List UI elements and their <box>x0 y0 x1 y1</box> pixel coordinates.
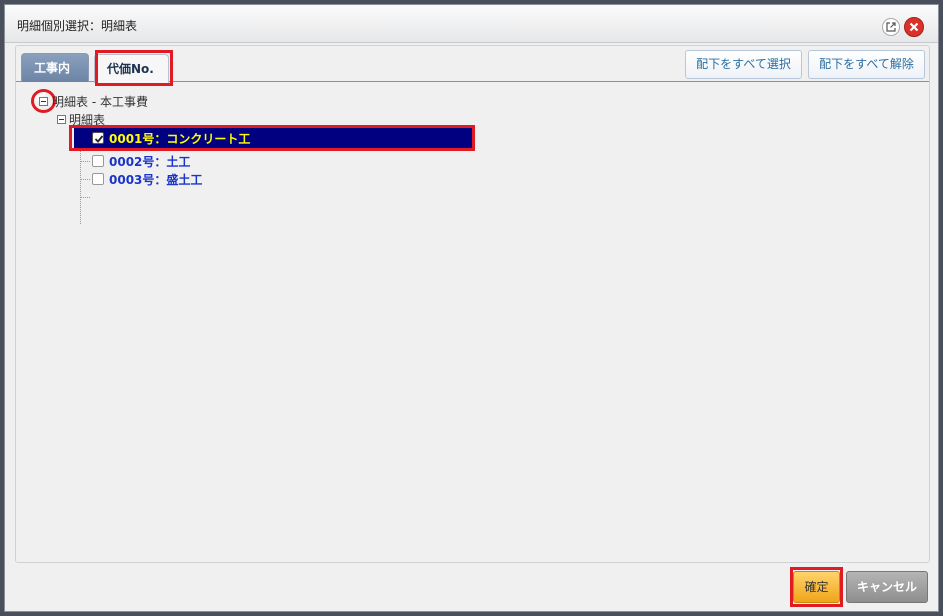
tree-item-label[interactable]: 0003号：盛土工 <box>109 171 202 188</box>
item-checkbox[interactable] <box>92 173 104 185</box>
annotation-highlight-ok <box>790 567 843 607</box>
tab-bar: 工事内訳 代価No. 配下をすべて選択 配下をすべて解除 <box>16 46 929 103</box>
tab-construction-breakdown[interactable]: 工事内訳 <box>21 53 89 103</box>
popout-icon[interactable] <box>882 18 900 36</box>
close-icon[interactable] <box>904 17 924 37</box>
tree-item-label[interactable]: 0002号：土工 <box>109 153 190 170</box>
select-all-button[interactable]: 配下をすべて選択 <box>685 50 802 79</box>
item-checkbox[interactable] <box>92 155 104 167</box>
tree-item[interactable]: 0003号：盛土工 <box>88 171 388 187</box>
cancel-button[interactable]: キャンセル <box>846 571 928 603</box>
content-panel: 工事内訳 代価No. 配下をすべて選択 配下をすべて解除 明細表 - 本工事費 … <box>15 45 930 563</box>
collapse-icon[interactable] <box>57 115 66 124</box>
dialog-window: 明細個別選択：明細表 工事内訳 代価No. 配下をすべて選択 配下をすべて解除 … <box>4 4 939 612</box>
tree-line <box>80 142 81 224</box>
tree-view: 明細表 - 本工事費 明細表 0001号：コンクリート工 0002号：土工 00… <box>16 82 929 562</box>
window-title: 明細個別選択：明細表 <box>17 19 138 33</box>
title-bar: 明細個別選択：明細表 <box>5 5 938 43</box>
tree-item[interactable]: 0002号：土工 <box>88 153 388 169</box>
tree-root-label[interactable]: 明細表 - 本工事費 <box>52 93 148 110</box>
annotation-highlight-tab <box>95 50 173 86</box>
clear-all-button[interactable]: 配下をすべて解除 <box>808 50 925 79</box>
tree-line <box>80 197 90 198</box>
annotation-highlight-item <box>69 125 475 151</box>
